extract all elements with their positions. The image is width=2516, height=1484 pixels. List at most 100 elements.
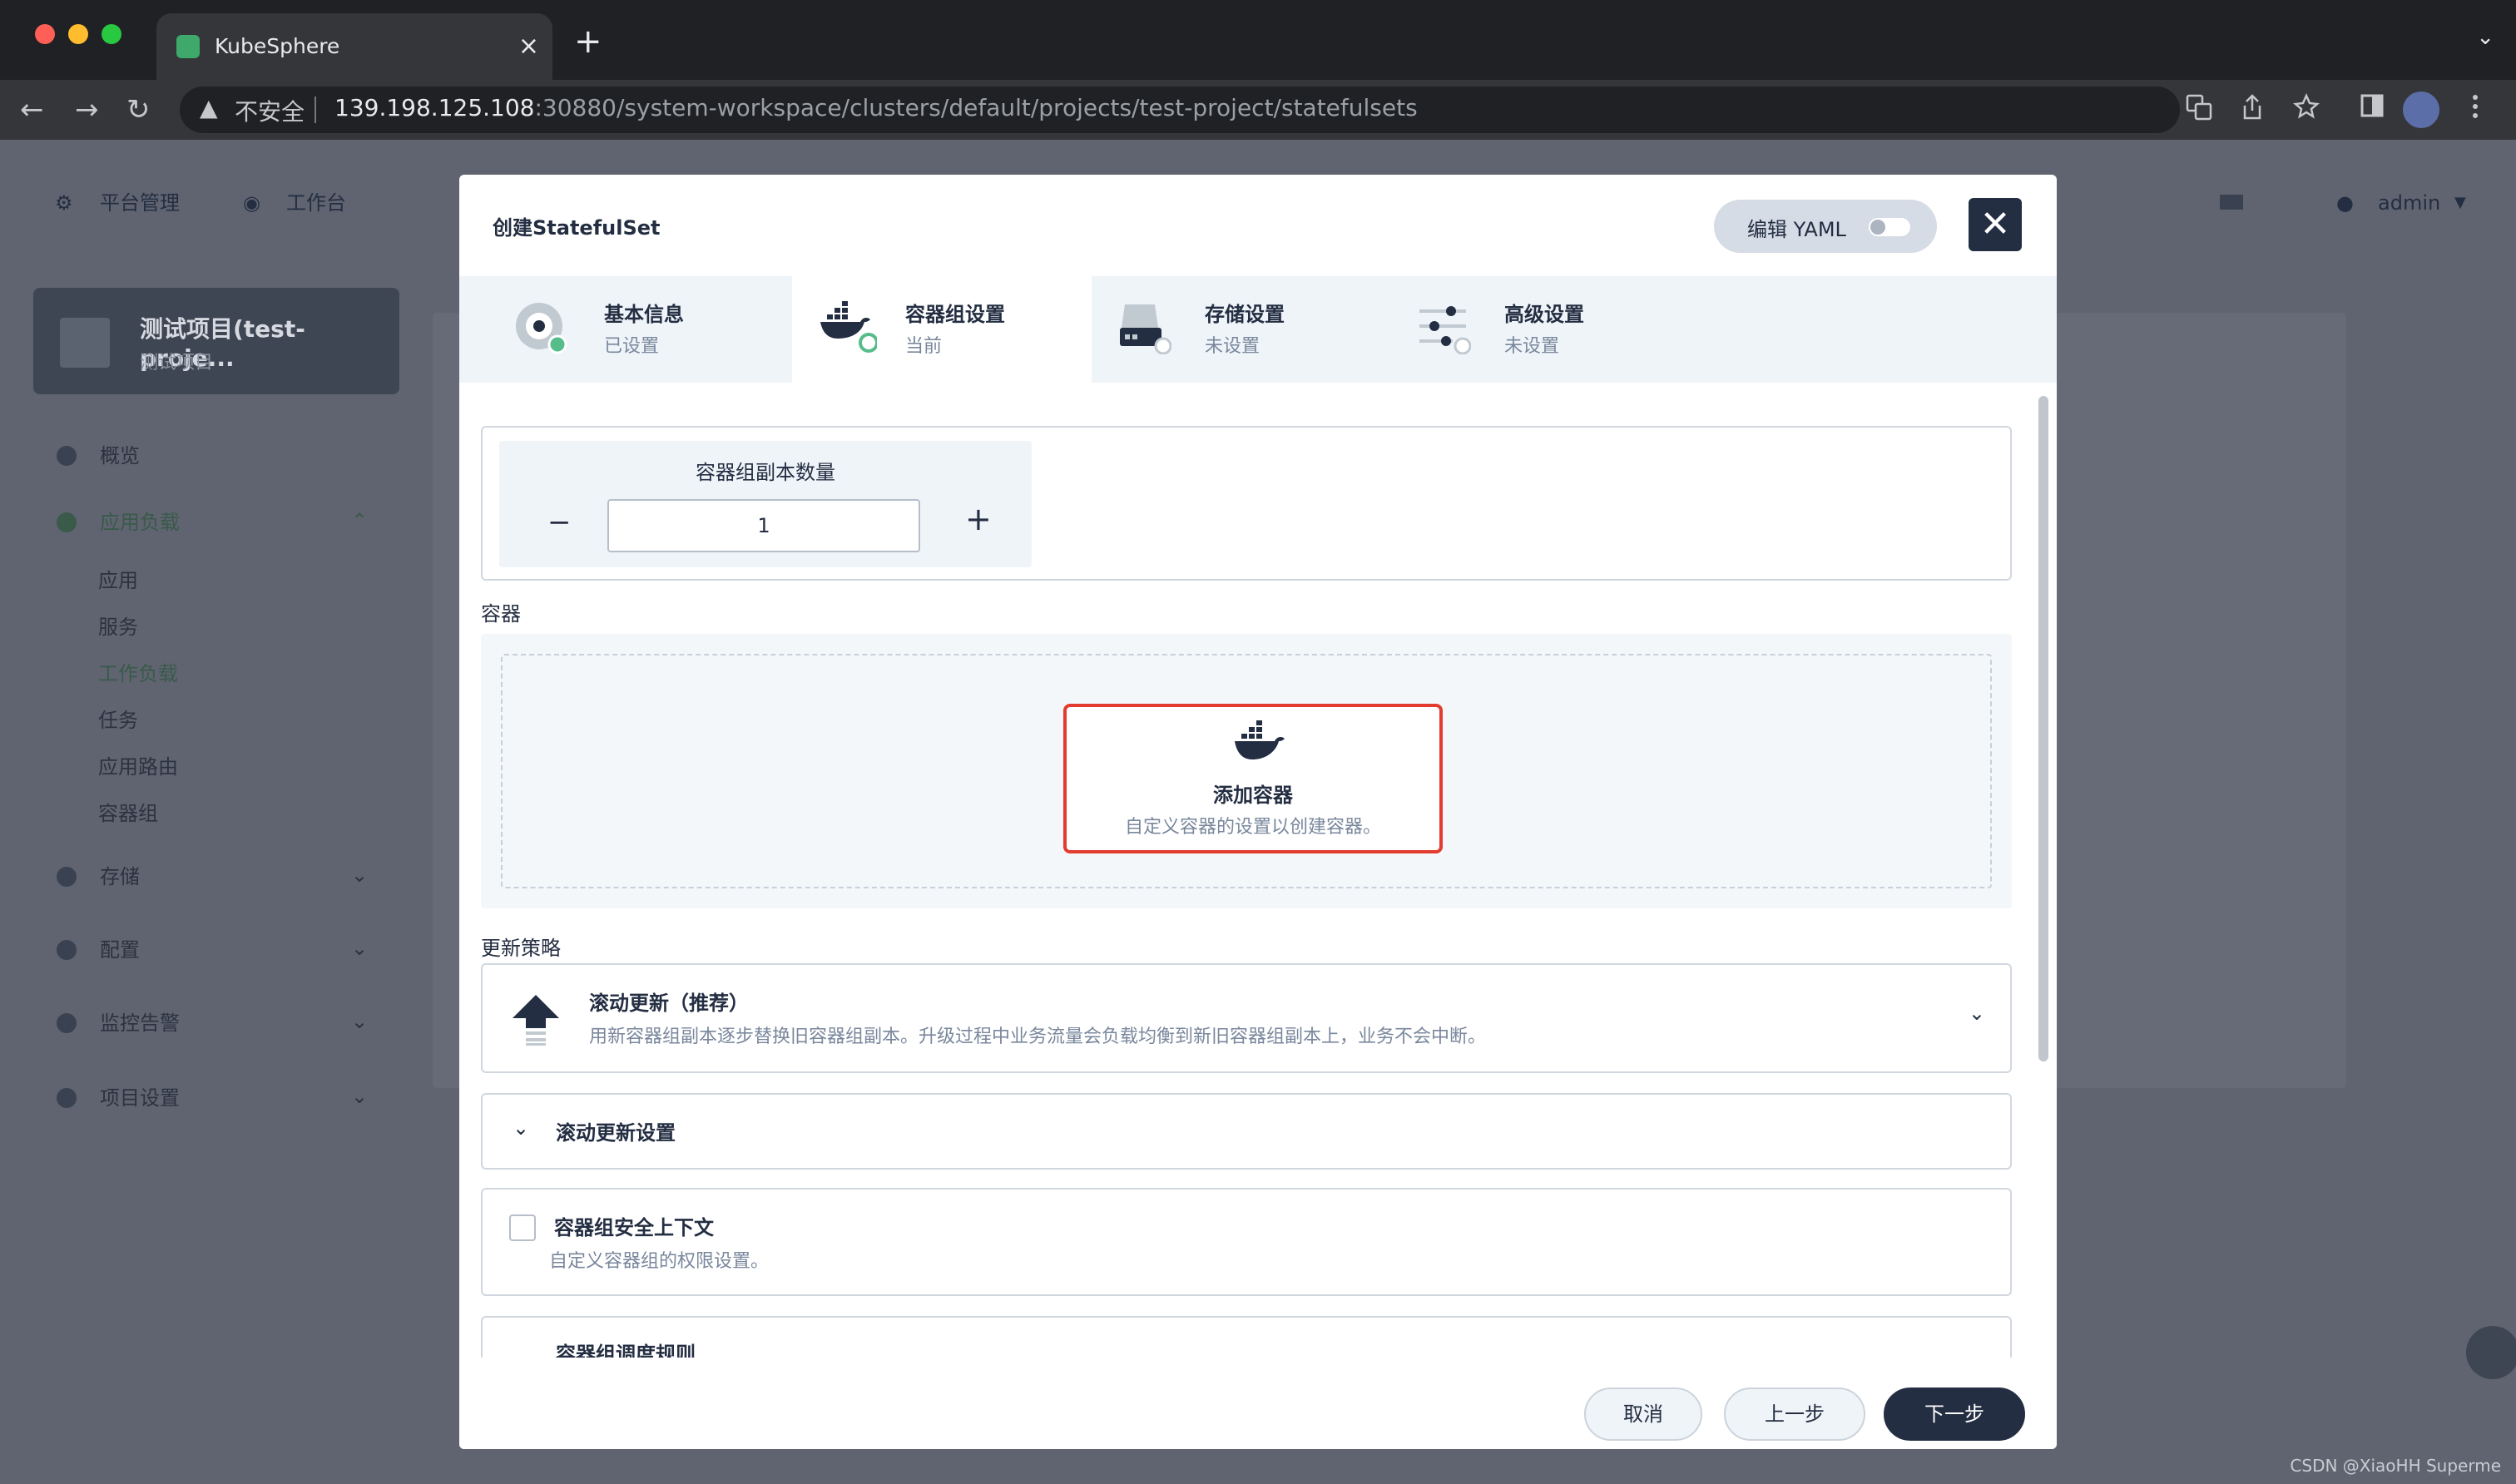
user-menu[interactable]: admin — [2378, 186, 2440, 220]
sidebar-item-settings[interactable]: 项目设置 — [100, 1083, 180, 1113]
tab-close-icon[interactable]: × — [518, 30, 539, 63]
workbench-icon[interactable]: ◉ — [243, 186, 260, 220]
bookmark-star-icon[interactable] — [2293, 92, 2320, 129]
sidebar-sub-workloads[interactable]: 工作负载 — [98, 659, 178, 689]
step-status: 当前 — [905, 336, 943, 357]
close-window-button[interactable] — [35, 24, 55, 44]
browser-tab[interactable]: KubeSphere × — [156, 13, 552, 80]
user-icon[interactable]: ● — [2336, 186, 2354, 220]
sidebar-item-workloads[interactable]: 应用负载 — [100, 507, 180, 537]
step-pod-settings[interactable]: 容器组设置 当前 — [792, 276, 1092, 383]
share-icon[interactable] — [2240, 93, 2265, 131]
chevron-up-icon[interactable]: ⌃ — [351, 509, 368, 532]
sidebar-item-storage[interactable]: 存储 — [100, 862, 140, 892]
sidebar-item-overview[interactable]: 概览 — [100, 441, 140, 471]
settings-gear-icon — [57, 1088, 77, 1108]
reload-button[interactable]: ↻ — [126, 92, 151, 128]
basic-info-disk-icon — [516, 303, 567, 354]
address-divider — [314, 96, 316, 123]
step-advanced-settings[interactable]: 高级设置 未设置 — [1391, 276, 1691, 383]
modal-body[interactable]: 容器组副本数量 − 1 + 容器 添加容器 自定义容器的设置以创建容器。 更新策… — [481, 416, 2012, 1358]
translate-icon[interactable] — [2185, 93, 2213, 131]
new-tab-button[interactable]: + — [574, 17, 602, 67]
scrollbar-thumb[interactable] — [2038, 396, 2048, 1061]
chevron-down-icon[interactable]: ⌄ — [1969, 1002, 1985, 1025]
profile-avatar[interactable] — [2403, 92, 2439, 128]
security-context-desc: 自定义容器组的权限设置。 — [549, 1251, 770, 1272]
sidebar-sub-routes[interactable]: 应用路由 — [98, 752, 178, 782]
address-bar[interactable]: ▲ 不安全 139.198.125.108:30880/system-works… — [180, 87, 2180, 133]
warning-icon[interactable]: ▲ — [200, 94, 218, 121]
toolbox-icon[interactable] — [2220, 195, 2243, 210]
back-button[interactable]: ← — [20, 92, 44, 128]
chevron-down-icon[interactable]: ⌄ — [351, 863, 368, 887]
sidebar-sub-apps[interactable]: 应用 — [98, 566, 138, 596]
maximize-window-button[interactable] — [102, 24, 121, 44]
pod-scheduling-rules[interactable]: 容器组调度规则 — [481, 1316, 2012, 1358]
security-status[interactable]: 不安全 — [235, 94, 305, 127]
edit-yaml-toggle[interactable]: 编辑 YAML — [1714, 200, 1937, 253]
scheduling-rules-title: 容器组调度规则 — [556, 1343, 696, 1358]
update-strategy-select[interactable]: 滚动更新（推荐） 用新容器组副本逐步替换旧容器组副本。升级过程中业务流量会负载均… — [481, 963, 2012, 1073]
chevron-down-icon[interactable]: ⌄ — [351, 1010, 368, 1033]
side-panel-icon[interactable] — [2360, 93, 2385, 127]
step-basic-info[interactable]: 基本信息 已设置 — [459, 276, 759, 383]
workbench-link[interactable]: 工作台 — [286, 186, 346, 220]
sidebar-sub-pods[interactable]: 容器组 — [98, 799, 158, 829]
kubesphere-favicon-icon — [176, 35, 200, 58]
docker-whale-icon — [820, 301, 877, 353]
modal-title: 创建StatefulSet — [493, 216, 661, 240]
replicas-input[interactable]: 1 — [607, 499, 920, 552]
docker-whale-icon — [1235, 720, 1285, 759]
yaml-switch[interactable] — [1869, 218, 1910, 236]
security-context-checkbox[interactable] — [509, 1214, 536, 1241]
edit-yaml-label: 编辑 YAML — [1747, 218, 1846, 241]
project-card[interactable]: 测试项目(test-proje... 测试项目 — [33, 288, 399, 394]
decrease-replicas-button[interactable]: − — [547, 506, 572, 539]
step-title: 高级设置 — [1504, 303, 1584, 326]
add-container-button[interactable]: 添加容器 自定义容器的设置以创建容器。 — [1063, 704, 1443, 853]
forward-button[interactable]: → — [75, 92, 99, 128]
containers-dropzone: 添加容器 自定义容器的设置以创建容器。 — [501, 654, 1992, 888]
chevron-down-icon[interactable]: ⌄ — [351, 1085, 368, 1108]
minimize-window-button[interactable] — [68, 24, 88, 44]
chevron-down-icon[interactable]: ⌄ — [351, 937, 368, 960]
url-path: :30880/system-workspace/clusters/default… — [534, 94, 1418, 121]
workloads-icon — [57, 512, 77, 532]
rolling-update-settings-title: 滚动更新设置 — [556, 1121, 676, 1145]
browser-tab-strip: KubeSphere × + ⌄ — [0, 0, 2516, 80]
watermark: CSDN @XiaoHH Superme — [2290, 1456, 2501, 1476]
modal-scrollbar[interactable] — [2035, 386, 2052, 1354]
close-modal-button[interactable]: ✕ — [1969, 198, 2022, 251]
update-strategy-label: 更新策略 — [481, 937, 561, 960]
step-storage-settings[interactable]: 存储设置 未设置 — [1092, 276, 1391, 383]
step-title: 存储设置 — [1205, 303, 1285, 326]
security-context-title: 容器组安全上下文 — [554, 1216, 714, 1239]
previous-step-button[interactable]: 上一步 — [1724, 1388, 1865, 1441]
user-caret-icon[interactable]: ▼ — [2454, 186, 2466, 220]
replicas-control: 容器组副本数量 − 1 + — [499, 441, 1032, 567]
create-statefulset-modal: 创建StatefulSet 编辑 YAML ✕ 基本信息 已设置 容器组设置 当… — [459, 175, 2057, 1449]
browser-toolbar: ← → ↻ ▲ 不安全 139.198.125.108:30880/system… — [0, 80, 2516, 140]
platform-gear-icon[interactable]: ⚙ — [55, 186, 73, 220]
rolling-update-settings[interactable]: ⌄ 滚动更新设置 — [481, 1093, 2012, 1170]
modal-footer: 取消 上一步 下一步 — [459, 1363, 2057, 1449]
step-status: 未设置 — [1504, 336, 1560, 357]
chevron-down-icon[interactable]: ⌄ — [513, 1116, 529, 1140]
sidebar-sub-services[interactable]: 服务 — [98, 612, 138, 642]
sidebar-item-config[interactable]: 配置 — [100, 935, 140, 965]
tab-search-icon[interactable]: ⌄ — [2476, 25, 2494, 50]
sidebar-item-monitoring[interactable]: 监控告警 — [100, 1008, 180, 1038]
browser-menu-icon[interactable] — [2471, 93, 2479, 129]
next-step-button[interactable]: 下一步 — [1884, 1388, 2025, 1441]
tab-title: KubeSphere — [215, 34, 340, 58]
config-icon — [57, 940, 77, 960]
platform-management-link[interactable]: 平台管理 — [100, 186, 180, 220]
cancel-button[interactable]: 取消 — [1584, 1388, 1702, 1441]
toolbox-hammer-button[interactable] — [2466, 1326, 2516, 1379]
pod-security-context: 容器组安全上下文 自定义容器组的权限设置。 — [481, 1188, 2012, 1296]
increase-replicas-button[interactable]: + — [965, 501, 992, 537]
step-bar: 基本信息 已设置 容器组设置 当前 存储设置 未设置 高级设置 未设置 — [459, 276, 2057, 383]
sidebar-sub-jobs[interactable]: 任务 — [98, 705, 138, 735]
url-text[interactable]: 139.198.125.108:30880/system-workspace/c… — [334, 94, 1418, 121]
